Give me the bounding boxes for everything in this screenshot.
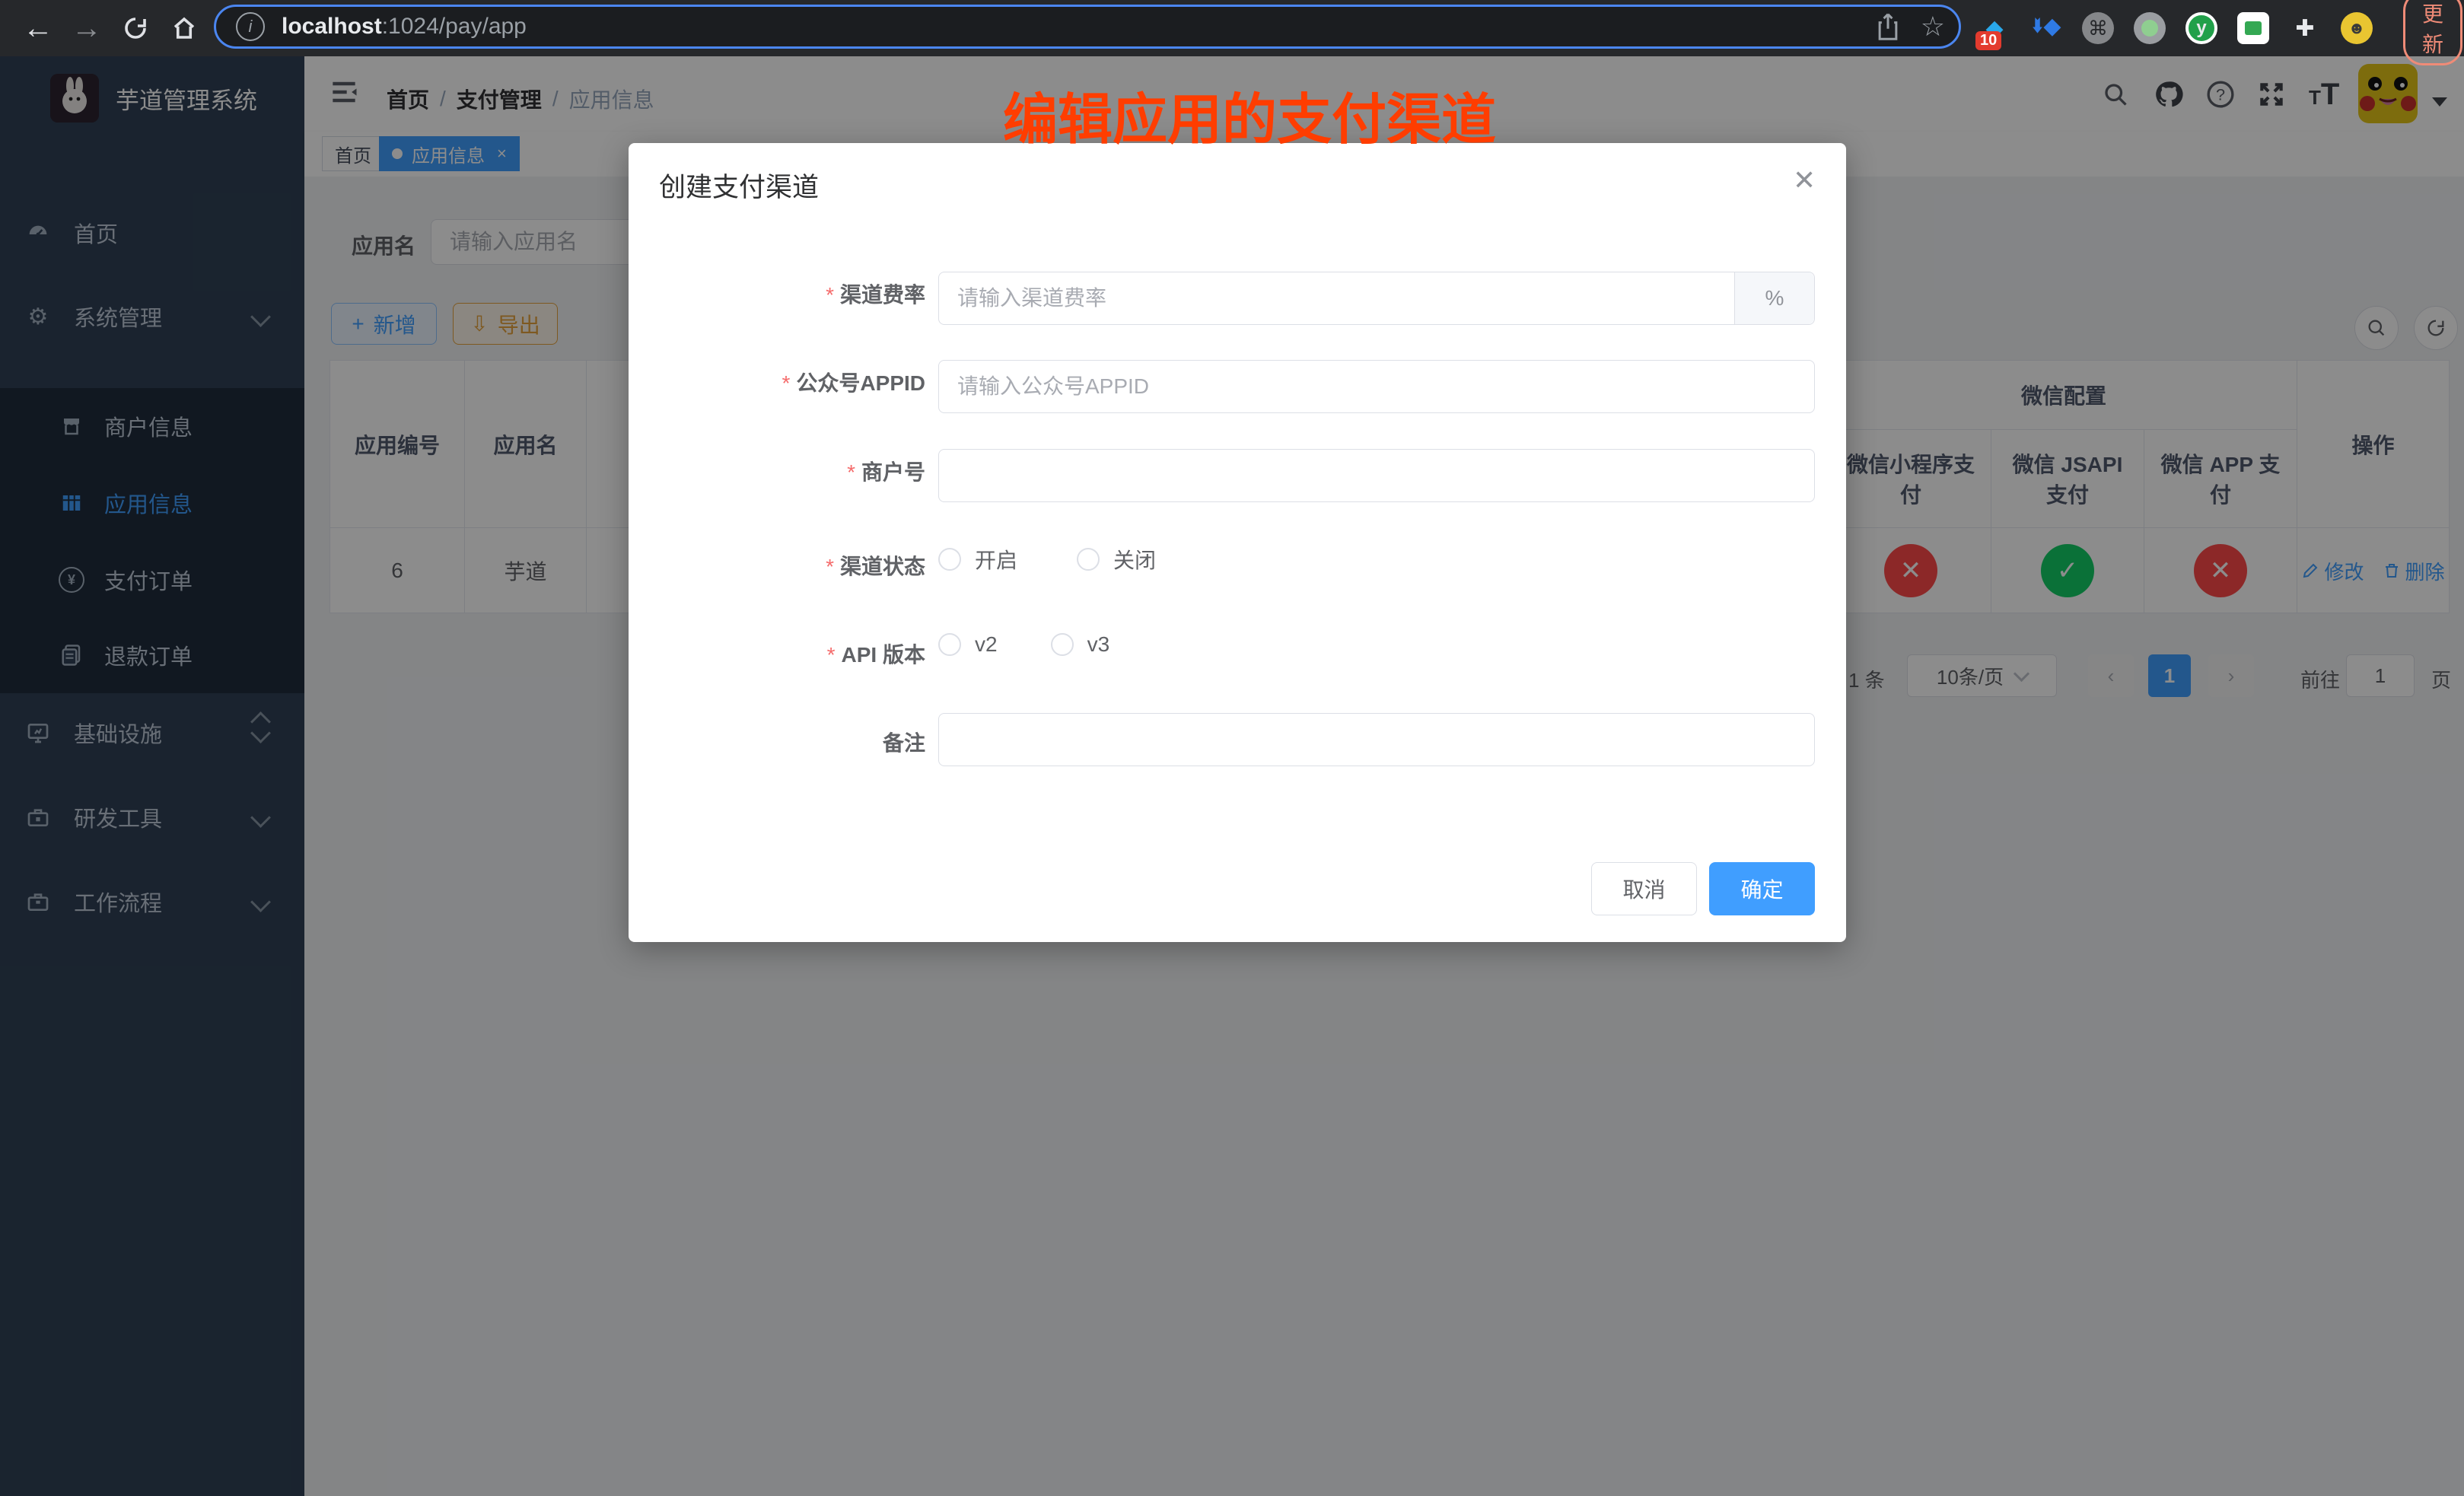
confirm-button[interactable]: 确定: [1709, 862, 1815, 915]
info-icon[interactable]: i: [236, 12, 265, 41]
appid-field: [938, 360, 1815, 413]
merchant-label: *商户号: [629, 456, 925, 486]
rate-field: %: [938, 272, 1815, 325]
extension-kite-icon[interactable]: 🢛◆: [2030, 12, 2062, 44]
browser-toolbar: ← → i localhost:1024/pay/app ☆ ◆10 🢛◆ ⌘ …: [0, 0, 2464, 56]
annotation-text: 编辑应用的支付渠道: [1003, 75, 1496, 154]
extension-chat-icon[interactable]: [2237, 12, 2269, 44]
merchant-input[interactable]: [938, 449, 1815, 502]
url-bar[interactable]: i localhost:1024/pay/app ☆: [214, 5, 1961, 49]
rate-label: *渠道费率: [629, 279, 925, 309]
percent-suffix: %: [1734, 272, 1814, 324]
dialog-close-icon[interactable]: ✕: [1793, 164, 1816, 196]
extension-emoji-icon[interactable]: ☻: [2341, 12, 2373, 44]
extensions-badge: 10: [1975, 31, 2001, 50]
extensions-row: ◆10 🢛◆ ⌘ y ✚ ☻ 更新 ⋮: [1979, 0, 2464, 56]
status-label: *渠道状态: [629, 550, 925, 581]
status-off-radio[interactable]: [1077, 548, 1100, 571]
appid-input[interactable]: [938, 360, 1815, 413]
back-icon[interactable]: ←: [14, 11, 62, 46]
star-icon[interactable]: ☆: [1921, 11, 1945, 43]
refresh-icon[interactable]: [111, 14, 160, 42]
appid-label: *公众号APPID: [629, 367, 925, 397]
remark-label: 备注: [629, 727, 925, 757]
url-text: localhost:1024/pay/app: [282, 14, 527, 40]
extension-puzzle-icon[interactable]: ✚: [2289, 12, 2321, 44]
update-button[interactable]: 更新: [2403, 0, 2462, 65]
rate-input[interactable]: [938, 272, 1815, 325]
api-version-radio-group: v2 v3: [938, 632, 1109, 657]
status-radio-group: 开启 关闭: [938, 544, 1156, 575]
extension-command-icon[interactable]: ⌘: [2082, 12, 2114, 44]
share-icon[interactable]: [1875, 12, 1901, 41]
extension-recorder-icon[interactable]: [2134, 12, 2166, 44]
status-on-radio[interactable]: [938, 548, 961, 571]
screen: ← → i localhost:1024/pay/app ☆ ◆10 🢛◆ ⌘ …: [0, 0, 2464, 1496]
api-version-label: *API 版本: [629, 638, 925, 669]
create-channel-dialog: 创建支付渠道 ✕ *渠道费率 % *公众号APPID *商户号 *渠道状态: [629, 143, 1846, 942]
remark-input[interactable]: [938, 713, 1815, 766]
dialog-title: 创建支付渠道: [659, 166, 819, 205]
merchant-field: [938, 449, 1815, 502]
api-v3-radio[interactable]: [1051, 633, 1074, 656]
extension-pin-icon[interactable]: ◆10: [1979, 12, 2010, 44]
api-v2-radio[interactable]: [938, 633, 961, 656]
forward-icon[interactable]: →: [62, 11, 111, 46]
home-icon[interactable]: [160, 14, 209, 42]
extension-y-icon[interactable]: y: [2185, 12, 2217, 44]
remark-field: [938, 713, 1815, 766]
cancel-button[interactable]: 取消: [1591, 862, 1697, 915]
